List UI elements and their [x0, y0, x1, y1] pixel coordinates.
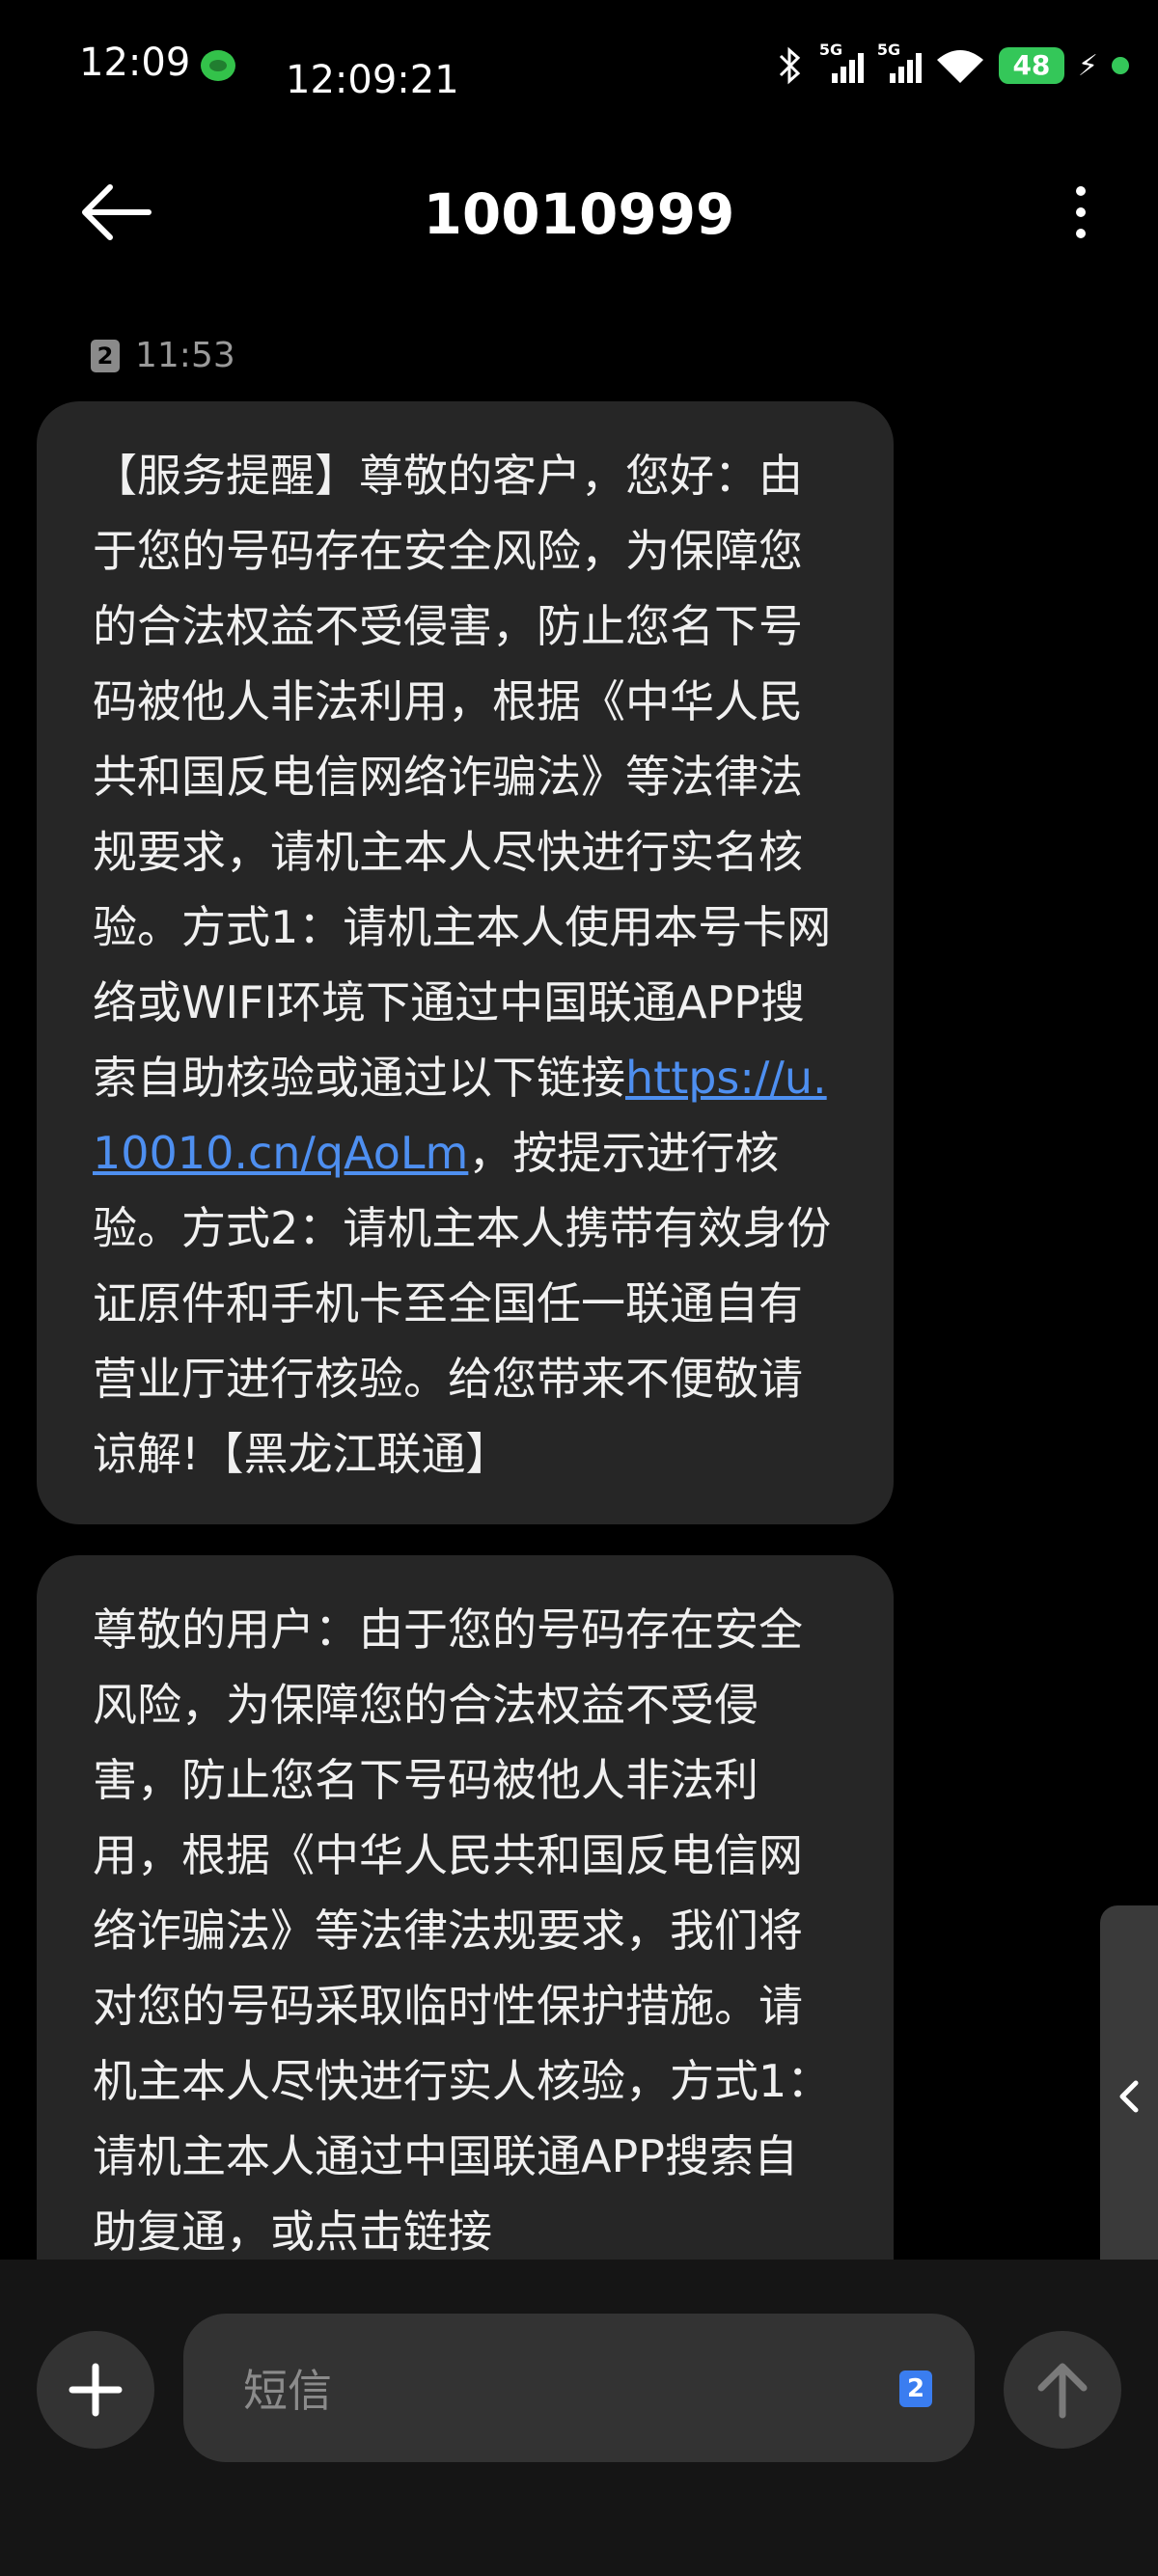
wifi-icon	[935, 46, 985, 85]
clock: 12:09	[79, 41, 191, 85]
message-text: ，按提示进行核验。方式2：请机主本人携带有效身份证原件和手机卡至全国任一联通自有…	[93, 1127, 832, 1480]
indicator-dot	[1112, 57, 1129, 74]
more-vertical-icon	[1076, 186, 1086, 196]
time-overlay: 12:09:21	[286, 58, 459, 102]
input-placeholder: 短信	[243, 2365, 332, 2417]
message-meta: 2 11:53	[91, 336, 235, 375]
composer-bar: 短信 2	[0, 2260, 1158, 2576]
contact-title: 10010999	[423, 181, 735, 247]
side-panel-handle[interactable]	[1100, 1905, 1158, 2287]
message-input[interactable]: 短信 2	[183, 2314, 975, 2462]
plus-icon	[69, 2363, 123, 2417]
sim-select-badge[interactable]: 2	[899, 2370, 932, 2407]
battery-icon: 48	[998, 47, 1064, 84]
wechat-icon	[201, 50, 235, 81]
message-text: 尊敬的用户：由于您的号码存在安全风险，为保障您的合法权益不受侵害，防止您名下号码…	[93, 1603, 832, 2258]
message-bubble[interactable]: 【服务提醒】尊敬的客户，您好：由于您的号码存在安全风险，为保障您的合法权益不受侵…	[37, 401, 894, 1524]
charging-icon: ⚡	[1077, 48, 1098, 83]
more-options-button[interactable]	[1052, 181, 1110, 243]
sim-badge: 2	[91, 339, 120, 372]
status-icons: 5G 5G 48 ⚡	[773, 41, 1129, 89]
add-attachment-button[interactable]	[37, 2331, 154, 2449]
chevron-left-icon	[1119, 2080, 1139, 2112]
message-timestamp: 11:53	[135, 336, 235, 375]
status-bar: 12:09 12:09:21 5G 5G 48 ⚡	[0, 0, 1158, 125]
signal-icon: 5G	[877, 41, 922, 85]
message-text: 【服务提醒】尊敬的客户，您好：由于您的号码存在安全风险，为保障您的合法权益不受侵…	[93, 450, 832, 1104]
conversation-header: 10010999	[0, 154, 1158, 270]
send-button[interactable]	[1004, 2331, 1121, 2449]
signal-icon: 5G	[819, 41, 864, 85]
bluetooth-icon	[773, 46, 806, 85]
arrow-up-icon	[1037, 2363, 1088, 2419]
